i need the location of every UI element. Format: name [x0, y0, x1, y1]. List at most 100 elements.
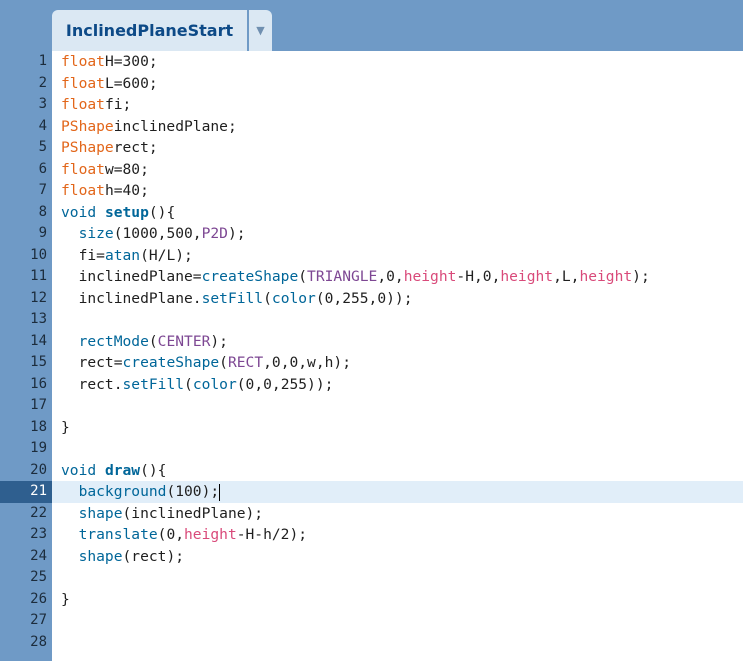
code-token: draw	[104, 461, 141, 479]
line-number[interactable]: 15	[0, 352, 47, 374]
line-number[interactable]: 28	[0, 632, 47, 654]
line-number[interactable]: 24	[0, 546, 47, 568]
code-token: createShape	[201, 268, 299, 285]
code-line[interactable]: void setup(){	[61, 202, 741, 224]
line-number[interactable]: 16	[0, 374, 47, 396]
code-token: (H/L);	[140, 246, 193, 264]
code-token: fi;	[104, 96, 132, 113]
code-line[interactable]: PShapeinclinedPlane;	[61, 116, 741, 138]
code-token: P2D	[201, 225, 228, 242]
code-line[interactable]	[61, 610, 741, 632]
code-token: rect=	[61, 354, 123, 371]
line-number[interactable]: 3	[0, 94, 47, 116]
code-token: setup	[104, 203, 149, 221]
code-line[interactable]: }	[61, 589, 741, 611]
code-line[interactable]: rect=createShape(RECT,0,0,w,h);	[61, 352, 741, 374]
code-token: -H,0,	[456, 268, 501, 285]
code-line[interactable]: shape(rect);	[61, 546, 741, 568]
code-line[interactable]: void draw(){	[61, 460, 741, 482]
line-number[interactable]: 27	[0, 610, 47, 632]
line-number[interactable]: 9	[0, 223, 47, 245]
line-number[interactable]: 2	[0, 73, 47, 95]
code-line[interactable]	[61, 309, 741, 331]
line-number[interactable]: 18	[0, 417, 47, 439]
tab-inclinedplanestart[interactable]: InclinedPlaneStart	[52, 10, 247, 51]
line-number[interactable]: 11	[0, 266, 47, 288]
code-token: color	[271, 289, 316, 307]
line-number[interactable]: 13	[0, 309, 47, 331]
line-number[interactable]: 23	[0, 524, 47, 546]
code-line[interactable]: background(100);	[61, 481, 741, 503]
code-line[interactable]	[61, 632, 741, 654]
code-token: translate	[78, 526, 158, 543]
line-number[interactable]: 10	[0, 245, 47, 267]
code-line[interactable]: floatH=300;	[61, 51, 741, 73]
code-token: height	[500, 268, 554, 285]
line-number[interactable]: 4	[0, 116, 47, 138]
line-number[interactable]: 5	[0, 137, 47, 159]
code-token: float	[61, 160, 105, 178]
code-line[interactable]	[61, 438, 741, 460]
line-number[interactable]: 6	[0, 159, 47, 181]
line-number[interactable]: 17	[0, 395, 47, 417]
line-number[interactable]: 22	[0, 503, 47, 525]
code-token: float	[61, 74, 105, 92]
line-number[interactable]: 8	[0, 202, 47, 224]
code-token: RECT	[227, 354, 264, 371]
code-token: ,0,0,w,h);	[263, 354, 351, 371]
code-token: (100);	[166, 483, 220, 500]
code-line[interactable]: inclinedPlane.setFill(color(0,255,0));	[61, 288, 741, 310]
code-token: float	[61, 96, 105, 113]
code-token: (	[148, 332, 158, 350]
line-number[interactable]: 19	[0, 438, 47, 460]
code-line[interactable]: }	[61, 417, 741, 439]
code-token: size	[78, 225, 114, 242]
code-token: fi=	[61, 246, 105, 264]
code-token: float	[61, 53, 105, 70]
line-number[interactable]: 21	[0, 481, 52, 503]
code-token: background	[78, 483, 167, 500]
line-number[interactable]: 26	[0, 589, 47, 611]
code-token: setFill	[122, 375, 185, 393]
code-line[interactable]: floatL=600;	[61, 73, 741, 95]
line-number[interactable]: 12	[0, 288, 47, 310]
code-line[interactable]: inclinedPlane=createShape(TRIANGLE,0,hei…	[61, 266, 741, 288]
code-token: atan	[104, 246, 141, 264]
code-line[interactable]: PShaperect;	[61, 137, 741, 159]
code-token: (){	[140, 461, 167, 479]
line-number[interactable]: 20	[0, 460, 47, 482]
code-line[interactable]: size(1000,500,P2D);	[61, 223, 741, 245]
code-line[interactable]: floatfi;	[61, 94, 741, 116]
line-number[interactable]: 25	[0, 567, 47, 589]
code-token: inclinedPlane.	[61, 289, 202, 307]
code-token: float	[61, 182, 105, 199]
code-line[interactable]: floath=40;	[61, 180, 741, 202]
code-line[interactable]: rect.setFill(color(0,0,255));	[61, 374, 741, 396]
code-token: (){	[148, 203, 176, 221]
code-token: rect;	[113, 139, 158, 156]
line-number[interactable]: 14	[0, 331, 47, 353]
code-token: );	[227, 225, 246, 242]
code-line[interactable]: shape(inclinedPlane);	[61, 503, 741, 525]
line-number[interactable]: 1	[0, 51, 47, 73]
code-line[interactable]: fi=atan(H/L);	[61, 245, 741, 267]
tab-menu-button[interactable]: ▼	[249, 10, 272, 51]
code-line[interactable]: rectMode(CENTER);	[61, 331, 741, 353]
tab-title: InclinedPlaneStart	[65, 21, 234, 40]
code-line[interactable]	[61, 567, 741, 589]
code-token: (0,0,255));	[236, 375, 334, 393]
code-token: color	[192, 375, 237, 393]
code-editor[interactable]: floatH=300; floatL=600; floatfi; PShapeincl…	[52, 51, 743, 661]
code-line[interactable]	[61, 395, 741, 417]
line-number[interactable]: 7	[0, 180, 47, 202]
code-line[interactable]: translate(0,height-H-h/2);	[61, 524, 741, 546]
code-line[interactable]: floatw=80;	[61, 159, 741, 181]
text-caret	[219, 483, 221, 501]
tab-bar: InclinedPlaneStart ▼	[0, 0, 743, 51]
